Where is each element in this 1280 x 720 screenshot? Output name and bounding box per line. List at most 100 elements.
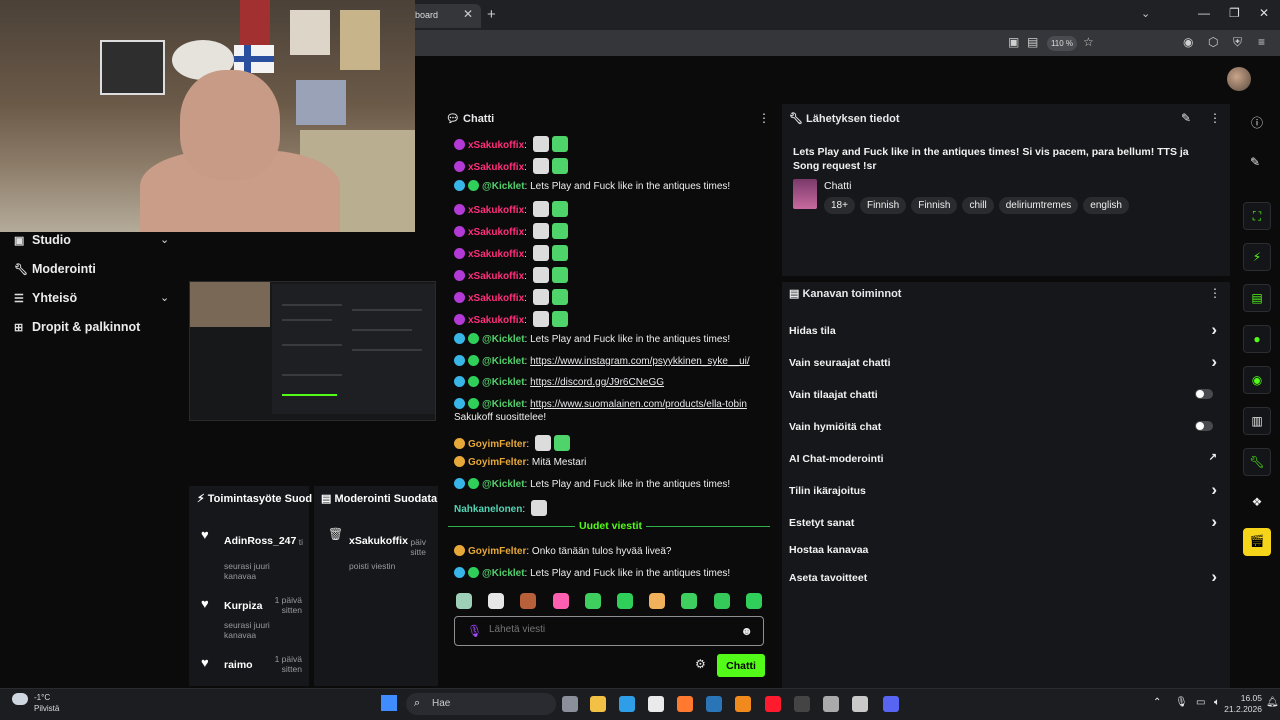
account-icon[interactable]: ◉ (1183, 35, 1193, 49)
chat-username[interactable]: GoyimFelter (468, 439, 526, 450)
chat-emote[interactable] (551, 136, 568, 152)
toggle-switch[interactable] (1195, 421, 1213, 431)
chat-username[interactable]: xSakukoffix (468, 140, 524, 151)
reader-icon[interactable]: ▤ (1027, 35, 1038, 49)
extensions-icon[interactable]: ⬡ (1208, 35, 1218, 49)
quick-emote[interactable] (456, 593, 472, 609)
chat-username[interactable]: @Kicklet (482, 356, 525, 367)
chat-emote[interactable] (551, 245, 568, 261)
taskbar-search[interactable]: ⌕ Hae (406, 693, 556, 715)
rail-bolt-icon[interactable]: ⚡︎ (1243, 243, 1271, 271)
channel-action-row[interactable]: Estetyt sanat › (789, 512, 1227, 531)
modlog-filter-tab[interactable]: Suodata (394, 493, 437, 505)
settings-gear-icon[interactable]: ⚙ (695, 657, 706, 671)
rail-document-icon[interactable]: ▤ (1243, 284, 1271, 312)
quick-emote[interactable] (681, 593, 698, 609)
chat-username[interactable]: xSakukoffix (468, 205, 524, 216)
quick-emote[interactable] (520, 593, 537, 609)
chat-emote[interactable] (551, 267, 568, 283)
chat-username[interactable]: @Kicklet (482, 334, 525, 345)
screenshot-icon[interactable]: ▣ (1008, 35, 1019, 49)
file-explorer-icon[interactable] (590, 696, 606, 712)
kebab-menu-icon[interactable]: ⋮ (1209, 286, 1221, 300)
chat-emote[interactable] (551, 158, 568, 174)
chat-emote[interactable] (532, 158, 549, 174)
sidebar-item-moderointi[interactable]: 🔧︎ Moderointi (14, 262, 96, 276)
menu-icon[interactable]: ≡ (1258, 35, 1265, 49)
stream-preview[interactable] (189, 281, 436, 421)
chat-username[interactable]: xSakukoffix (468, 271, 524, 282)
quick-emote[interactable] (488, 593, 505, 609)
avatar[interactable] (1227, 67, 1251, 91)
opera-icon[interactable] (765, 696, 781, 712)
chat-username[interactable]: GoyimFelter (468, 546, 526, 557)
settings-icon[interactable] (823, 696, 839, 712)
channel-action-row[interactable]: Hostaa kanavaa (789, 544, 1227, 556)
task-view-icon[interactable] (562, 696, 578, 712)
tab-list-chevron-icon[interactable]: ⌄ (1141, 7, 1150, 20)
chat-username[interactable]: @Kicklet (482, 479, 525, 490)
chat-username[interactable]: GoyimFelter (468, 457, 526, 468)
discord-icon[interactable] (883, 696, 899, 712)
chat-username[interactable]: @Kicklet (482, 568, 525, 579)
activity-filter-tab[interactable]: Suod (285, 493, 313, 505)
network-icon[interactable]: ▭ (1196, 697, 1205, 708)
chat-username[interactable]: xSakukoffix (468, 162, 524, 173)
external-link-icon[interactable]: ↗ (1209, 452, 1217, 463)
microphone-icon[interactable]: 🎙︎ (467, 624, 482, 638)
vlc-icon[interactable] (735, 696, 751, 712)
quick-emote[interactable] (649, 593, 666, 609)
windows-start-icon[interactable] (381, 695, 397, 711)
quick-emote[interactable] (617, 593, 633, 609)
sidebar-item-studio[interactable]: ▣ Studio (14, 233, 71, 247)
tray-chevron-icon[interactable]: ⌃ (1153, 697, 1161, 708)
window-close-icon[interactable]: ✕ (1259, 6, 1269, 20)
clock-time[interactable]: 16.05 (1232, 693, 1262, 703)
edit-pencil-icon[interactable]: ✎ (1181, 111, 1191, 125)
emoji-icon[interactable]: ☻ (740, 624, 753, 638)
terminal-icon[interactable] (794, 696, 810, 712)
toggle-switch[interactable] (1195, 389, 1213, 399)
channel-action-row[interactable]: Aseta tavoitteet › (789, 567, 1227, 586)
chat-emote[interactable] (532, 223, 549, 239)
chat-emote[interactable] (532, 136, 549, 152)
chat-emote[interactable] (551, 311, 568, 327)
chat-emote[interactable] (551, 223, 568, 239)
chat-username[interactable]: @Kicklet (482, 181, 525, 192)
channel-action-row[interactable]: Vain seuraajat chatti › (789, 352, 1227, 371)
chat-link[interactable]: https://discord.gg/J9r6CNeGG (530, 377, 664, 388)
shield-icon[interactable]: ⛨ (1233, 35, 1242, 50)
rail-drops-icon[interactable]: ❖ (1243, 489, 1271, 517)
chevron-right-icon[interactable]: › (1211, 480, 1217, 500)
channel-action-row[interactable]: Vain tilaajat chatti (789, 389, 1227, 401)
chevron-down-icon[interactable]: ⌄ (160, 291, 169, 304)
bookmark-star-icon[interactable]: ☆ (1083, 35, 1094, 49)
channel-action-row[interactable]: AI Chat-moderointi ↗ (789, 452, 1227, 465)
kebab-menu-icon[interactable]: ⋮ (1209, 111, 1221, 125)
chat-link[interactable]: https://www.instagram.com/psyykkinen_syk… (530, 356, 750, 367)
notification-bell-icon[interactable]: 🔔︎ (1266, 697, 1279, 708)
chevron-right-icon[interactable]: › (1211, 320, 1217, 340)
chat-emote[interactable] (551, 289, 568, 305)
rail-layout-icon[interactable]: ▥ (1243, 407, 1271, 435)
chat-emote[interactable] (532, 245, 549, 261)
chat-emote[interactable] (532, 267, 549, 283)
rail-broadcast-icon[interactable]: ◉ (1243, 366, 1271, 394)
weather-temp[interactable]: -1°C (34, 693, 50, 702)
activity-user[interactable]: raimo (224, 659, 253, 671)
chat-username[interactable]: xSakukoffix (468, 315, 524, 326)
restore-icon[interactable]: ❐ (1229, 6, 1240, 20)
edge-icon[interactable] (619, 696, 635, 712)
chevron-right-icon[interactable]: › (1211, 512, 1217, 532)
quick-emote[interactable] (713, 593, 730, 609)
volume-icon[interactable]: 🔈︎ (1214, 697, 1220, 708)
store-icon[interactable] (648, 696, 664, 712)
chat-username[interactable]: xSakukoffix (468, 227, 524, 238)
quick-emote[interactable] (552, 593, 569, 609)
chat-input-box[interactable]: 🎙︎ ☻ (454, 616, 764, 646)
chat-emote[interactable] (532, 201, 549, 217)
chat-emote[interactable] (553, 435, 570, 451)
activity-user[interactable]: Kurpiza (224, 600, 263, 612)
close-tab-icon[interactable]: ✕ (463, 7, 473, 21)
chat-input[interactable] (489, 624, 729, 635)
